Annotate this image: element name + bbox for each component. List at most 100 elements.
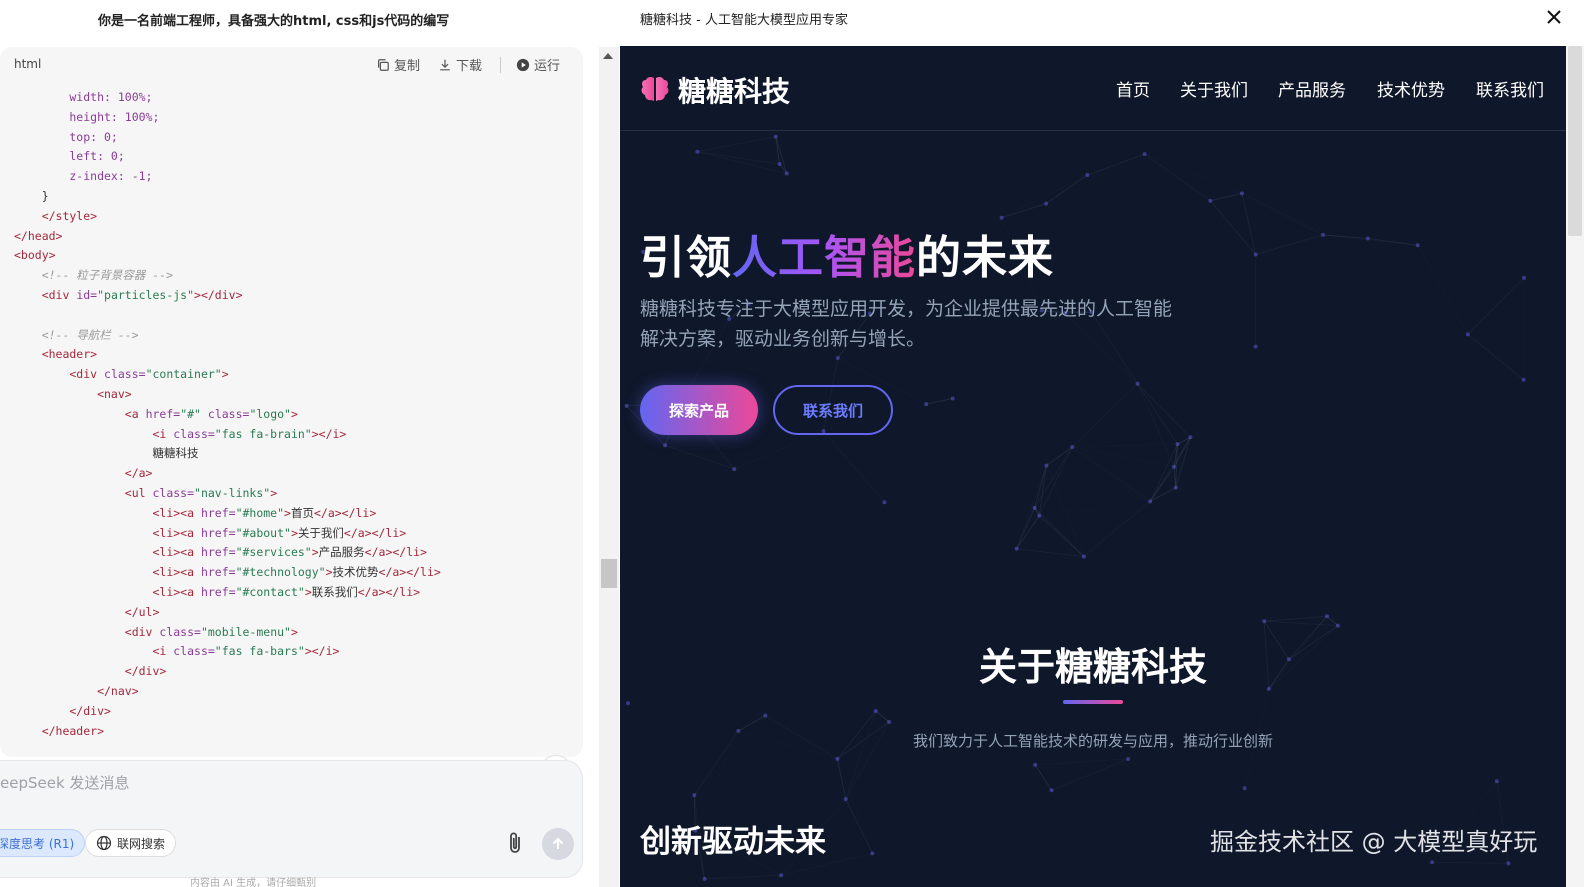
code-token: </a></li> <box>357 584 421 599</box>
chat-scrollbar-thumb[interactable] <box>601 559 617 588</box>
particle-network-background <box>624 134 1527 881</box>
explore-products-button[interactable]: 探索产品 <box>640 385 758 435</box>
network-node <box>1172 464 1177 469</box>
network-node <box>1126 757 1131 762</box>
network-link <box>1264 615 1328 622</box>
download-button[interactable]: 下载 <box>438 55 482 74</box>
code-token: <body> <box>14 248 56 263</box>
network-node <box>784 171 789 176</box>
network-link <box>1072 446 1175 468</box>
hero-description: 糖糖科技专注于大模型应用开发，为企业提供最先进的人工智能解决方案，驱动业务创新与… <box>640 298 1173 350</box>
network-link <box>765 711 875 716</box>
code-token: <i <box>14 426 174 441</box>
code-line: <i class="fas fa-brain"></i> <box>14 425 441 445</box>
network-link <box>1016 548 1084 558</box>
nav-link-home[interactable]: 首页 <box>1116 76 1150 101</box>
network-node <box>763 713 768 718</box>
network-link <box>775 136 781 165</box>
network-link <box>1084 488 1176 557</box>
web-search-label: 联网搜索 <box>117 836 166 851</box>
network-node <box>835 356 840 361</box>
network-node <box>873 708 878 713</box>
code-line: <li><a href="#about">关于我们</a></li> <box>14 524 441 544</box>
network-node <box>1142 152 1147 157</box>
nav-link-contact[interactable]: 联系我们 <box>1476 76 1544 101</box>
code-token: </header> <box>14 723 105 738</box>
code-token: 联系我们 <box>311 584 358 599</box>
web-search-toggle[interactable]: 联网搜索 <box>85 829 177 857</box>
site-header: 糖糖科技 首页 关于我们 产品服务 技术优势 联系我们 <box>620 46 1566 131</box>
network-node <box>1415 243 1420 248</box>
paperclip-icon[interactable] <box>503 830 527 856</box>
code-line: <div id="particles-js"></div> <box>14 286 441 306</box>
network-link <box>1241 193 1257 255</box>
code-token: <li><a <box>14 565 201 580</box>
network-link <box>664 444 735 470</box>
code-token: <header> <box>14 347 98 362</box>
network-node <box>870 851 875 856</box>
code-token: 糖糖科技 <box>14 446 199 461</box>
code-token: > <box>290 525 298 540</box>
chat-scrollbar[interactable] <box>599 47 619 887</box>
copy-button[interactable]: 复制 <box>376 55 420 74</box>
nav-link-services[interactable]: 产品服务 <box>1278 76 1346 101</box>
message-input[interactable]: eepSeek 发送消息 <box>0 772 129 793</box>
deep-think-label: 深度思考 (R1) <box>0 836 75 851</box>
close-icon[interactable] <box>1543 6 1565 28</box>
network-link <box>694 716 765 796</box>
scroll-up-arrow-icon[interactable] <box>603 53 613 59</box>
network-link <box>1137 383 1179 445</box>
code-line: left: 0; <box>14 147 441 167</box>
network-node <box>1044 463 1049 468</box>
code-token: href= <box>200 584 236 599</box>
network-node <box>695 149 700 154</box>
code-token: id= <box>76 287 98 302</box>
network-node <box>1175 442 1180 447</box>
nav-link-technology[interactable]: 技术优势 <box>1377 76 1445 101</box>
network-node <box>1320 232 1325 237</box>
app-window: 你是一名前端工程师，具备强大的html, css和js代码的编写 html 复制… <box>0 0 1584 887</box>
code-token: <li><a <box>14 584 201 599</box>
code-token: </a> <box>14 466 153 481</box>
code-token: > <box>290 624 298 639</box>
code-token: href= <box>200 525 236 540</box>
code-line: </header> <box>14 722 441 742</box>
network-node <box>624 403 629 408</box>
network-node <box>1081 554 1086 559</box>
network-link <box>1039 501 1150 515</box>
network-link <box>1145 154 1242 193</box>
code-token: > <box>325 565 333 580</box>
contact-us-button[interactable]: 联系我们 <box>773 385 893 435</box>
code-line: <i class="fas fa-bars"></i> <box>14 642 441 662</box>
network-link <box>1087 153 1145 176</box>
network-node <box>1188 435 1193 440</box>
site-logo[interactable]: 糖糖科技 <box>640 70 790 110</box>
send-button[interactable] <box>542 828 574 860</box>
preview-scrollbar-thumb[interactable] <box>1568 46 1582 236</box>
network-link <box>1034 764 1053 791</box>
code-language-label: html <box>14 57 42 71</box>
code-token: "particles-js" <box>97 287 195 302</box>
code-token: width: 100%; <box>14 90 153 104</box>
code-token: 产品服务 <box>318 545 365 560</box>
network-node <box>1325 614 1330 619</box>
network-link <box>1367 237 1418 246</box>
code-token: class= <box>173 426 215 441</box>
run-button[interactable]: 运行 <box>516 55 560 74</box>
nav-link-about[interactable]: 关于我们 <box>1180 76 1248 101</box>
network-node <box>779 873 784 878</box>
network-node <box>1135 381 1140 386</box>
network-link <box>1017 447 1073 549</box>
network-node <box>887 719 892 724</box>
code-token: ></div> <box>194 287 243 302</box>
code-line: <!-- 粒子背景容器 --> <box>14 266 441 286</box>
copy-label: 复制 <box>394 59 421 74</box>
code-token: <li><a <box>14 505 201 520</box>
code-line: <ul class="nav-links"> <box>14 484 441 504</box>
network-link <box>953 399 1047 466</box>
code-token: "nav-links" <box>194 485 271 500</box>
code-token: href= <box>200 505 236 520</box>
network-link <box>1046 465 1150 501</box>
network-node <box>950 396 955 401</box>
deep-think-toggle[interactable]: 深度思考 (R1) <box>0 829 86 857</box>
